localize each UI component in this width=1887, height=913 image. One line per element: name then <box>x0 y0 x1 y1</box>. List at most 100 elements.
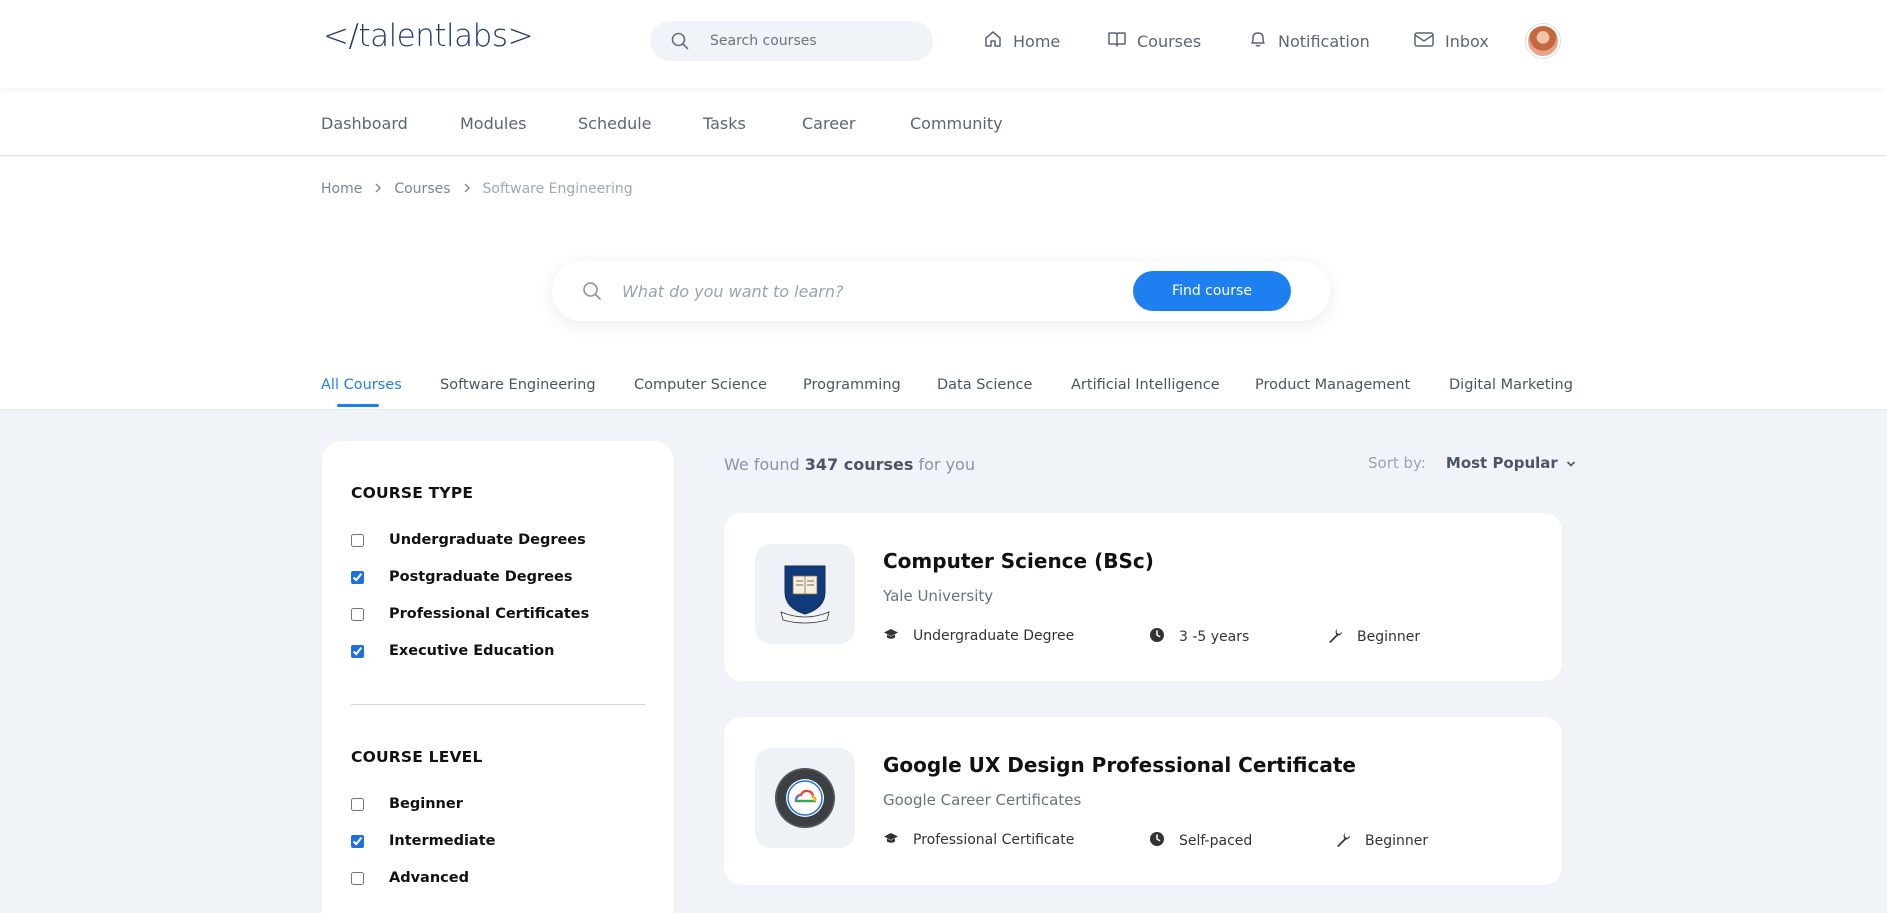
filter-label: Executive Education <box>389 643 555 659</box>
checkbox[interactable] <box>351 797 364 811</box>
checkbox[interactable] <box>351 834 364 848</box>
results-count: We found 347 courses for you <box>724 455 975 474</box>
course-level: Beginner <box>1357 629 1421 645</box>
filter-label: Undergraduate Degrees <box>389 532 586 548</box>
filter-undergraduate-degrees[interactable]: Undergraduate Degrees <box>351 532 586 548</box>
checkbox[interactable] <box>351 871 364 885</box>
nav-notification-label: Notification <box>1278 31 1370 51</box>
find-course-button[interactable]: Find course <box>1133 271 1291 311</box>
course-duration: Self-paced <box>1179 833 1253 849</box>
course-duration: 3 -5 years <box>1179 629 1250 645</box>
wrench-icon <box>1335 831 1351 851</box>
sort-value: Most Popular <box>1445 454 1558 472</box>
nav-notification[interactable]: Notification <box>1248 27 1370 55</box>
tab-product-management[interactable]: Product Management <box>1255 377 1410 393</box>
clock-icon <box>1149 831 1165 851</box>
user-avatar[interactable] <box>1526 24 1560 58</box>
top-search-input[interactable] <box>710 21 920 61</box>
course-level-meta: Beginner <box>1335 831 1428 851</box>
course-card[interactable]: Computer Science (BSc) Yale University U… <box>724 513 1562 681</box>
course-duration-meta: Self-paced <box>1149 831 1252 851</box>
nav-home[interactable]: Home <box>983 27 1060 55</box>
checkbox[interactable] <box>351 607 364 621</box>
sort-label: Sort by: <box>1368 454 1426 472</box>
results-prefix: We found <box>724 455 800 474</box>
filter-label: Professional Certificates <box>389 606 590 622</box>
filter-beginner[interactable]: Beginner <box>351 796 463 812</box>
filter-label: Intermediate <box>389 833 496 849</box>
hero-section: Home Courses Software Engineering Find c… <box>0 157 1887 410</box>
course-type-title: COURSE TYPE <box>351 484 474 502</box>
nav-inbox[interactable]: Inbox <box>1413 27 1489 55</box>
nav-home-label: Home <box>1013 31 1061 51</box>
filter-label: Advanced <box>389 870 469 886</box>
home-icon <box>983 29 1003 53</box>
course-level-meta: Beginner <box>1327 627 1420 647</box>
breadcrumb: Home Courses Software Engineering <box>321 181 633 197</box>
course-duration-meta: 3 -5 years <box>1149 627 1249 647</box>
course-provider: Google Career Certificates <box>883 791 1082 809</box>
subnav-community[interactable]: Community <box>910 114 1003 133</box>
tab-all-courses[interactable]: All Courses <box>321 377 402 393</box>
breadcrumb-home[interactable]: Home <box>321 181 362 197</box>
clock-icon <box>1149 627 1165 647</box>
sub-navigation: Dashboard Modules Schedule Tasks Career … <box>0 88 1887 156</box>
active-tab-indicator <box>337 404 379 407</box>
course-type: Undergraduate Degree <box>913 628 1075 644</box>
top-search-box[interactable] <box>650 21 933 61</box>
tab-programming[interactable]: Programming <box>803 377 901 393</box>
tab-digital-marketing[interactable]: Digital Marketing <box>1449 377 1573 393</box>
book-icon <box>1107 29 1127 53</box>
nav-inbox-label: Inbox <box>1445 31 1489 51</box>
results-number: 347 courses <box>804 455 914 474</box>
results-suffix: for you <box>918 455 975 474</box>
filter-postgraduate-degrees[interactable]: Postgraduate Degrees <box>351 569 572 585</box>
bell-icon <box>1248 29 1268 53</box>
course-title[interactable]: Google UX Design Professional Certificat… <box>883 753 1356 777</box>
chevron-right-icon <box>374 181 382 197</box>
search-icon <box>670 31 690 55</box>
talentlabs-logo[interactable]: </talentlabs> <box>323 18 533 54</box>
tab-artificial-intelligence[interactable]: Artificial Intelligence <box>1071 377 1220 393</box>
chevron-right-icon <box>463 181 471 197</box>
sort-control: Sort by: Most Popular <box>1368 454 1576 472</box>
chevron-down-icon <box>1566 454 1576 472</box>
course-type-meta: Professional Certificate <box>883 831 1074 849</box>
checkbox[interactable] <box>351 570 364 584</box>
subnav-dashboard[interactable]: Dashboard <box>321 114 408 133</box>
top-header: </talentlabs> Home Courses Notification … <box>0 0 1887 88</box>
yale-shield-logo <box>755 544 855 644</box>
filter-label: Postgraduate Degrees <box>389 569 573 585</box>
graduation-cap-icon <box>883 831 899 849</box>
tab-computer-science[interactable]: Computer Science <box>634 377 767 393</box>
filter-executive-education[interactable]: Executive Education <box>351 643 554 659</box>
course-type: Professional Certificate <box>913 832 1075 848</box>
checkbox[interactable] <box>351 644 364 658</box>
breadcrumb-courses[interactable]: Courses <box>394 181 450 197</box>
graduation-cap-icon <box>883 627 899 645</box>
subnav-schedule[interactable]: Schedule <box>578 114 652 133</box>
course-search-box[interactable]: Find course <box>552 261 1330 321</box>
course-level: Beginner <box>1365 833 1429 849</box>
sort-dropdown[interactable]: Most Popular <box>1446 454 1576 472</box>
subnav-tasks[interactable]: Tasks <box>703 114 746 133</box>
course-provider: Yale University <box>883 587 994 605</box>
nav-courses[interactable]: Courses <box>1107 27 1201 55</box>
course-title[interactable]: Computer Science (BSc) <box>883 549 1154 573</box>
filter-intermediate[interactable]: Intermediate <box>351 833 495 849</box>
checkbox[interactable] <box>351 533 364 547</box>
course-card[interactable]: Google UX Design Professional Certificat… <box>724 717 1562 885</box>
tab-software-engineering[interactable]: Software Engineering <box>440 377 596 393</box>
subnav-career[interactable]: Career <box>802 114 855 133</box>
course-search-input[interactable] <box>622 261 1102 321</box>
filter-divider <box>351 704 645 705</box>
wrench-icon <box>1327 627 1343 647</box>
breadcrumb-current: Software Engineering <box>482 181 633 197</box>
nav-courses-label: Courses <box>1137 31 1202 51</box>
subnav-modules[interactable]: Modules <box>460 114 527 133</box>
filter-label: Beginner <box>389 796 463 812</box>
tab-data-science[interactable]: Data Science <box>937 377 1032 393</box>
filter-panel: COURSE TYPE Undergraduate Degrees Postgr… <box>322 441 674 913</box>
filter-professional-certificates[interactable]: Professional Certificates <box>351 606 589 622</box>
filter-advanced[interactable]: Advanced <box>351 870 469 886</box>
